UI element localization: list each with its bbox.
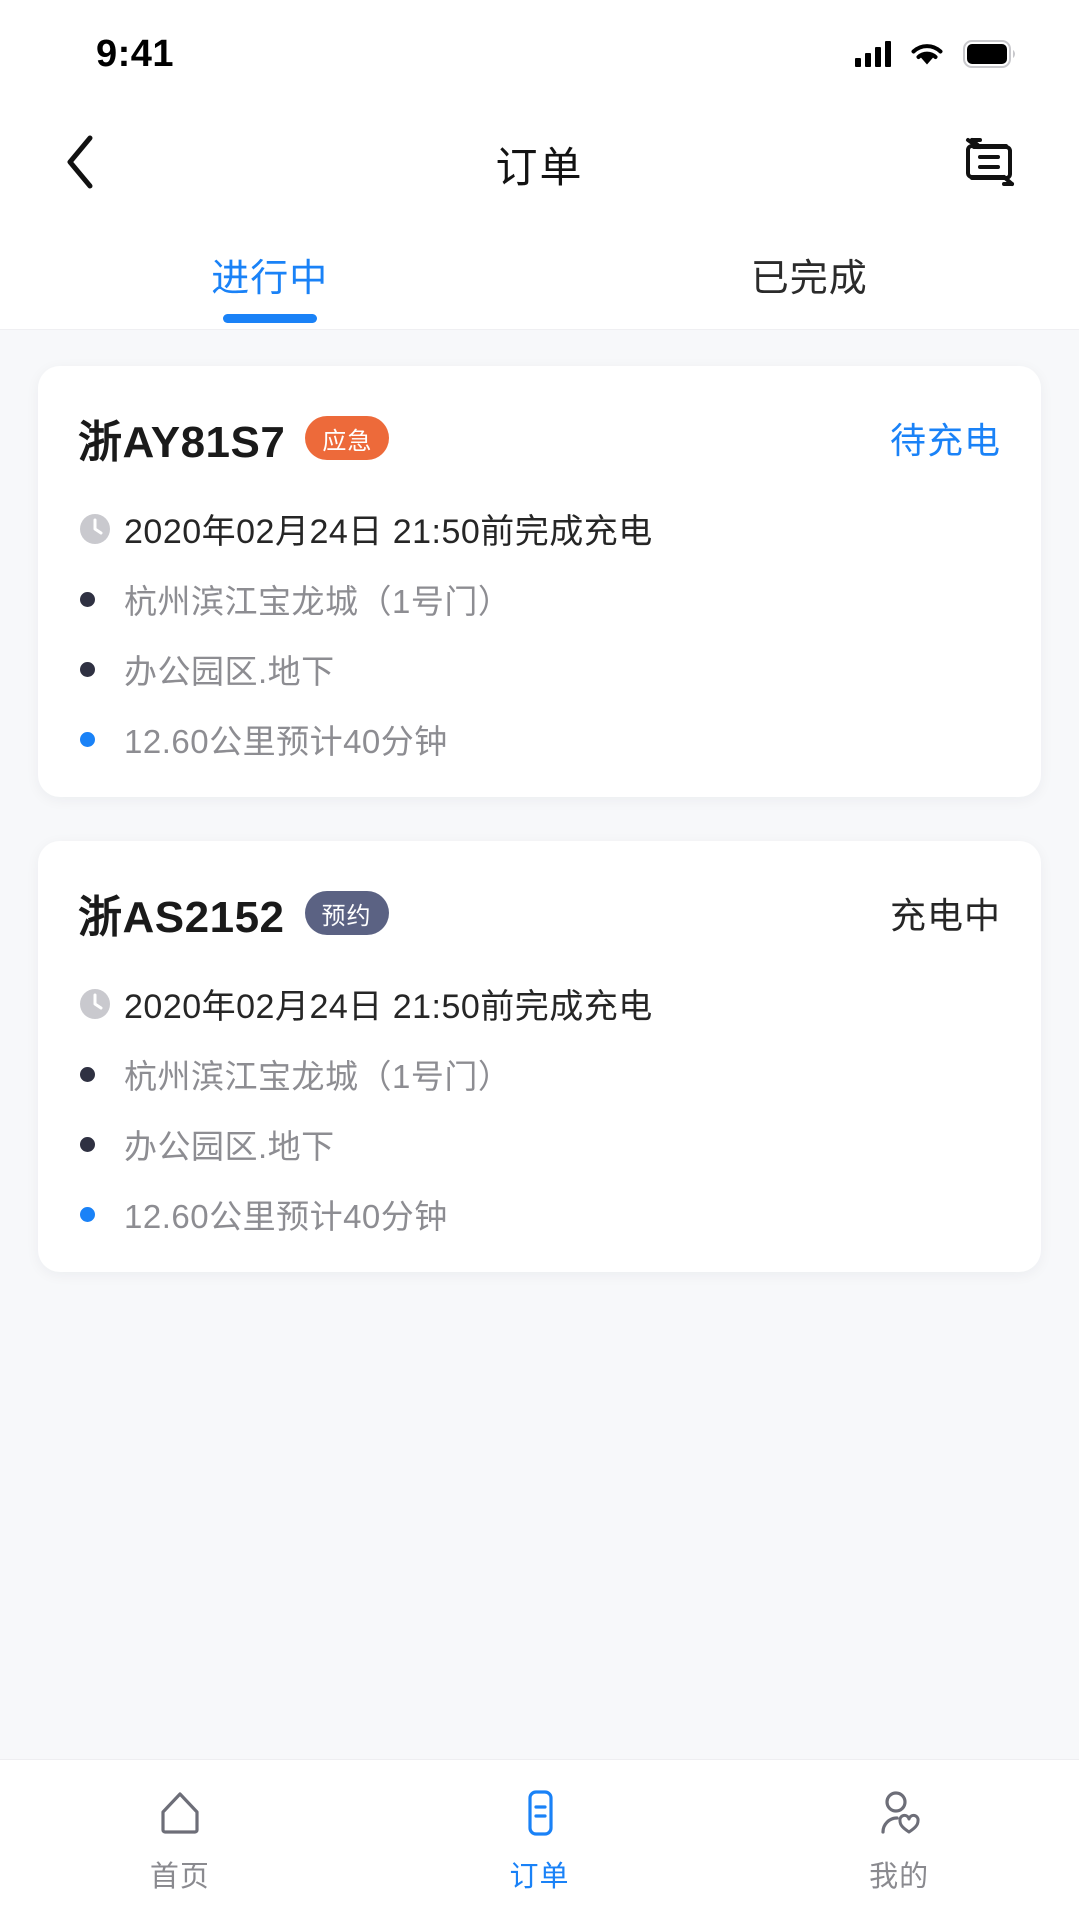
order-type-badge: 预约 xyxy=(304,891,389,935)
signal-icon xyxy=(855,41,891,67)
clock-icon xyxy=(78,987,124,1021)
tab-bar-item-home[interactable]: 首页 xyxy=(0,1785,360,1895)
order-distance-row: 12.60公里预计40分钟 xyxy=(78,1190,1001,1238)
order-deadline-row: 2020年02月24日 21:50前完成充电 xyxy=(78,979,1001,1028)
status-bar-icons xyxy=(855,40,1017,68)
nav-bar: 订单 xyxy=(0,108,1079,220)
tab-bar-item-mine[interactable]: 我的 xyxy=(719,1785,1079,1895)
order-history-icon xyxy=(958,134,1020,195)
order-sublocation-row: 办公园区.地下 xyxy=(78,645,1001,693)
status-bar: 9:41 xyxy=(0,0,1079,108)
order-status-tabs: 进行中 已完成 xyxy=(0,220,1079,330)
order-location-text: 杭州滨江宝龙城（1号门） xyxy=(124,1058,512,1095)
order-sublocation-text: 办公园区.地下 xyxy=(124,653,335,690)
tab-completed-label: 已完成 xyxy=(750,258,868,300)
order-sublocation-text: 办公园区.地下 xyxy=(124,1128,335,1165)
bullet-icon xyxy=(78,1136,124,1152)
home-icon xyxy=(154,1785,206,1841)
bullet-icon-accent xyxy=(78,731,124,747)
bullet-icon xyxy=(78,1066,124,1082)
status-bar-time: 9:41 xyxy=(96,32,175,75)
tab-bar-item-orders[interactable]: 订单 xyxy=(360,1785,720,1895)
bullet-icon-accent xyxy=(78,1206,124,1222)
battery-icon xyxy=(963,40,1017,68)
order-card[interactable]: 浙AS2152 预约 充电中 2020年02月24日 21:50前完成充电 杭州… xyxy=(38,841,1041,1272)
chevron-left-icon xyxy=(60,132,100,197)
order-card[interactable]: 浙AY81S7 应急 待充电 2020年02月24日 21:50前完成充电 杭州… xyxy=(38,366,1041,797)
tab-completed[interactable]: 已完成 xyxy=(540,220,1079,329)
order-deadline-text: 2020年02月24日 21:50前完成充电 xyxy=(124,988,653,1026)
bottom-tab-bar: 首页 订单 我的 xyxy=(0,1759,1079,1919)
order-distance-text: 12.60公里预计40分钟 xyxy=(124,723,448,760)
order-list: 浙AY81S7 应急 待充电 2020年02月24日 21:50前完成充电 杭州… xyxy=(0,330,1079,1759)
tab-in-progress[interactable]: 进行中 xyxy=(0,220,540,329)
clock-icon xyxy=(78,512,124,546)
tab-inactive-underline xyxy=(762,314,856,323)
order-sublocation-row: 办公园区.地下 xyxy=(78,1120,1001,1168)
tab-active-underline xyxy=(222,314,317,323)
order-location-text: 杭州滨江宝龙城（1号门） xyxy=(124,583,512,620)
order-location-row: 杭州滨江宝龙城（1号门） xyxy=(78,1050,1001,1098)
status-badge: 待充电 xyxy=(889,420,1001,461)
order-card-header: 浙AY81S7 应急 待充电 xyxy=(78,406,1001,470)
license-plate: 浙AY81S7 xyxy=(78,418,286,467)
tab-bar-label-orders: 订单 xyxy=(509,1860,570,1893)
order-type-badge: 应急 xyxy=(305,416,390,460)
status-badge: 充电中 xyxy=(889,895,1001,936)
wifi-icon xyxy=(909,40,945,68)
license-plate: 浙AS2152 xyxy=(78,893,285,942)
user-heart-icon xyxy=(873,1785,925,1841)
order-distance-text: 12.60公里预计40分钟 xyxy=(124,1198,448,1235)
back-button[interactable] xyxy=(48,132,112,196)
tab-bar-label-mine: 我的 xyxy=(869,1860,930,1893)
order-history-button[interactable] xyxy=(957,132,1021,196)
tab-bar-label-home: 首页 xyxy=(149,1860,210,1893)
order-location-row: 杭州滨江宝龙城（1号门） xyxy=(78,575,1001,623)
app-screen: 9:41 订单 进行中 已完成 浙AY81S7 应急 待充电 2020年02月2… xyxy=(0,0,1079,1919)
order-deadline-row: 2020年02月24日 21:50前完成充电 xyxy=(78,504,1001,553)
order-distance-row: 12.60公里预计40分钟 xyxy=(78,715,1001,763)
order-document-icon xyxy=(514,1785,566,1841)
bullet-icon xyxy=(78,661,124,677)
tab-in-progress-label: 进行中 xyxy=(211,258,329,300)
order-card-header: 浙AS2152 预约 充电中 xyxy=(78,881,1001,945)
page-title: 订单 xyxy=(495,143,584,191)
order-deadline-text: 2020年02月24日 21:50前完成充电 xyxy=(124,513,653,551)
bullet-icon xyxy=(78,591,124,607)
